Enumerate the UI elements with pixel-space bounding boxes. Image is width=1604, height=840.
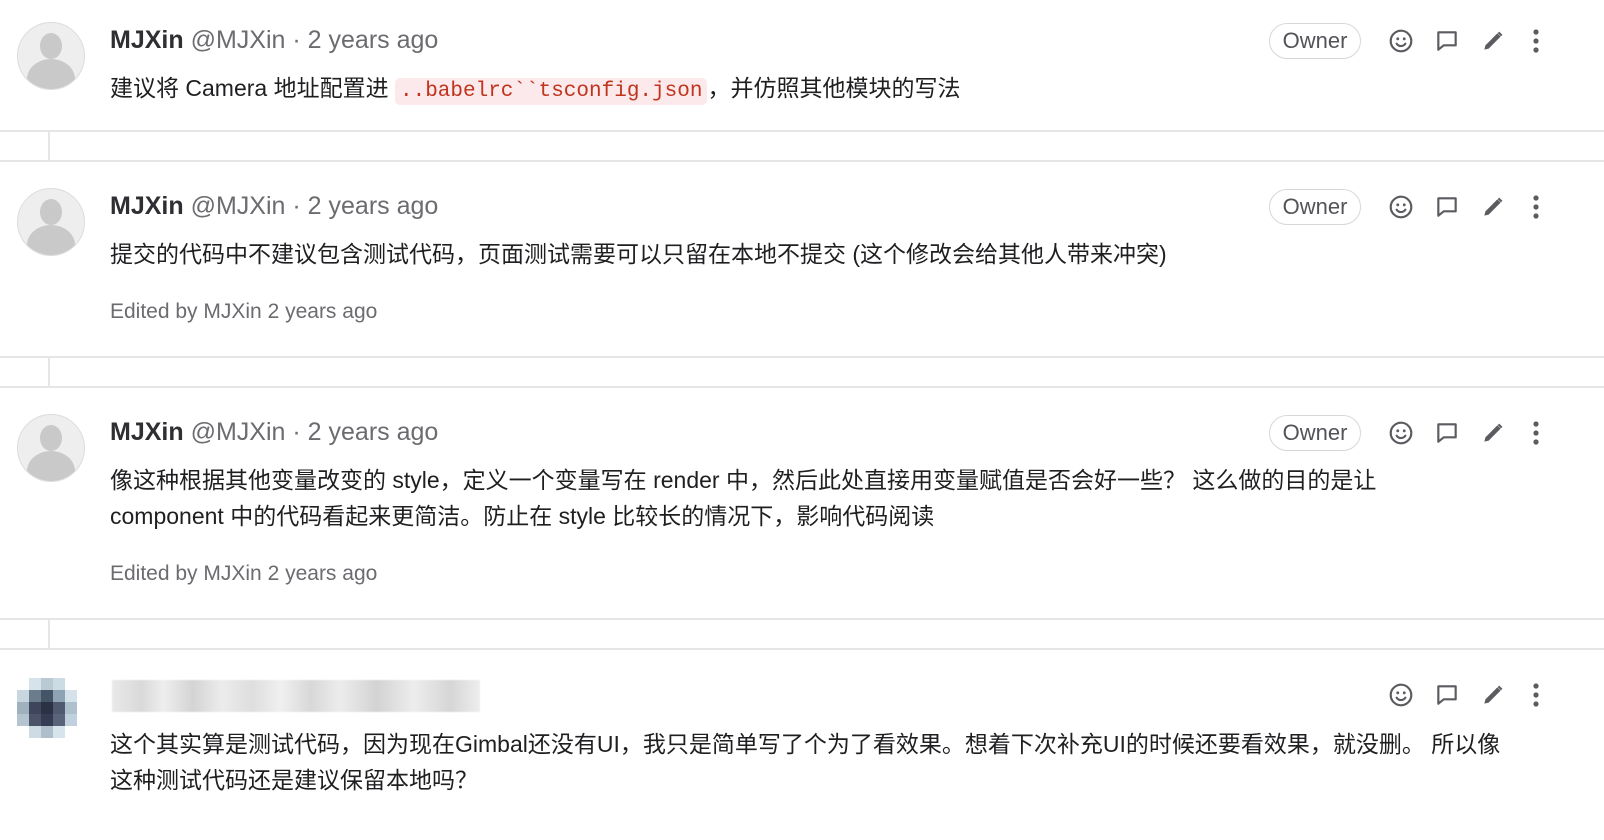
author-name[interactable]: MJXin	[110, 192, 184, 220]
comment-note: 这个其实算是测试代码，因为现在Gimbal还没有UI，我只是简单写了个为了看效果…	[0, 650, 1604, 840]
note-body: 这个其实算是测试代码，因为现在Gimbal还没有UI，我只是简单写了个为了看效果…	[110, 726, 1500, 798]
note-actions	[1386, 418, 1546, 448]
note-body: 提交的代码中不建议包含测试代码，页面测试需要可以只留在本地不提交 (这个修改会给…	[110, 241, 1167, 267]
edit-button[interactable]	[1478, 418, 1508, 448]
redacted-author	[112, 680, 480, 712]
author-name[interactable]: MJXin	[110, 26, 184, 54]
thread-connector	[0, 132, 1604, 162]
note-body: 建议将 Camera 地址配置进 ..babelrc``tsconfig.jso…	[110, 70, 960, 110]
add-reaction-button[interactable]	[1386, 680, 1416, 710]
avatar[interactable]	[17, 414, 85, 482]
note-body: 像这种根据其他变量改变的 style，定义一个变量写在 render 中，然后此…	[110, 462, 1376, 534]
edit-icon	[1484, 423, 1503, 442]
meta-separator: ·	[292, 26, 301, 54]
reply-button[interactable]	[1432, 418, 1462, 448]
reply-icon	[1437, 685, 1457, 705]
thread-connector	[0, 358, 1604, 388]
timestamp[interactable]: 2 years ago	[308, 418, 439, 446]
more-actions-button[interactable]	[1521, 26, 1551, 56]
note-actions	[1386, 680, 1546, 710]
thread-connector	[0, 620, 1604, 650]
more-icon	[1533, 683, 1539, 707]
reply-icon	[1437, 31, 1457, 51]
edit-button[interactable]	[1478, 192, 1508, 222]
more-actions-button[interactable]	[1521, 418, 1551, 448]
body-line: 这种测试代码还是建议保留本地吗？	[110, 767, 478, 793]
reply-icon	[1437, 423, 1457, 443]
body-line: 这个其实算是测试代码，因为现在Gimbal还没有UI，我只是简单写了个为了看效果…	[110, 731, 1501, 757]
author-handle[interactable]: @MJXin	[191, 26, 286, 54]
note-actions	[1386, 192, 1546, 222]
meta-separator: ·	[292, 418, 301, 446]
avatar[interactable]	[17, 678, 89, 750]
edit-button[interactable]	[1478, 680, 1508, 710]
body-line: 像这种根据其他变量改变的 style，定义一个变量写在 render 中，然后此…	[110, 467, 1377, 493]
add-reaction-button[interactable]	[1386, 418, 1416, 448]
comment-note: MJXin @MJXin · 2 years ago Owner 建议将 Cam…	[0, 0, 1604, 132]
inline-code: ..babelrc``tsconfig.json	[394, 78, 708, 105]
more-icon	[1533, 195, 1539, 219]
body-line: component 中的代码看起来更简洁。防止在 style 比较长的情况下，影…	[110, 503, 935, 529]
discussion-thread: MJXin @MJXin · 2 years ago Owner 建议将 Cam…	[0, 0, 1604, 840]
body-text-after: ，并仿照其他模块的写法	[707, 75, 961, 101]
reply-button[interactable]	[1432, 680, 1462, 710]
edit-button[interactable]	[1478, 26, 1508, 56]
meta-separator: ·	[292, 192, 301, 220]
owner-badge: Owner	[1269, 23, 1361, 59]
edited-by: Edited by MJXin 2 years ago	[110, 562, 378, 585]
comment-note: MJXin @MJXin · 2 years ago Owner 提交的代码中不…	[0, 162, 1604, 358]
more-icon	[1533, 29, 1539, 53]
author-name[interactable]: MJXin	[110, 418, 184, 446]
avatar[interactable]	[17, 22, 85, 90]
reply-button[interactable]	[1432, 192, 1462, 222]
owner-badge: Owner	[1269, 415, 1361, 451]
more-actions-button[interactable]	[1521, 192, 1551, 222]
smiley-icon	[1389, 421, 1413, 445]
reply-button[interactable]	[1432, 26, 1462, 56]
smiley-icon	[1389, 29, 1413, 53]
smiley-icon	[1389, 683, 1413, 707]
author-handle[interactable]: @MJXin	[191, 418, 286, 446]
edited-by: Edited by MJXin 2 years ago	[110, 300, 378, 323]
comment-note: MJXin @MJXin · 2 years ago Owner 像这种根据其他…	[0, 388, 1604, 620]
more-actions-button[interactable]	[1521, 680, 1551, 710]
edit-icon	[1484, 685, 1503, 704]
note-header: MJXin @MJXin · 2 years ago	[110, 24, 438, 56]
edit-icon	[1484, 31, 1503, 50]
note-header: MJXin @MJXin · 2 years ago	[110, 190, 438, 222]
add-reaction-button[interactable]	[1386, 26, 1416, 56]
owner-badge: Owner	[1269, 189, 1361, 225]
body-text-before: 建议将 Camera 地址配置进	[110, 75, 395, 101]
author-handle[interactable]: @MJXin	[191, 192, 286, 220]
add-reaction-button[interactable]	[1386, 192, 1416, 222]
reply-icon	[1437, 197, 1457, 217]
edit-icon	[1484, 197, 1503, 216]
smiley-icon	[1389, 195, 1413, 219]
timestamp[interactable]: 2 years ago	[308, 192, 439, 220]
note-actions	[1386, 26, 1546, 56]
timestamp[interactable]: 2 years ago	[308, 26, 439, 54]
note-header: MJXin @MJXin · 2 years ago	[110, 416, 438, 448]
avatar[interactable]	[17, 188, 85, 256]
more-icon	[1533, 421, 1539, 445]
